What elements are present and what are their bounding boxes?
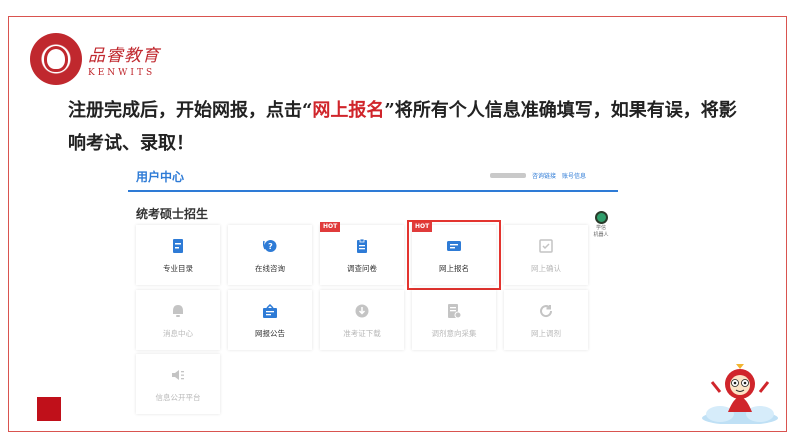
card-online-consult[interactable]: ? 在线咨询 [228, 225, 312, 285]
document-icon [173, 239, 183, 253]
card-label: 网上调剂 [531, 329, 561, 338]
user-center-title: 用户中心 [136, 170, 185, 184]
card-info-platform[interactable]: 信息公开平台 [136, 354, 220, 414]
card-survey[interactable]: HOT 调查问卷 [320, 222, 404, 285]
robot-label-1: 学信 [595, 225, 606, 231]
card-label: 网报公告 [255, 329, 285, 338]
card-ticket-download[interactable]: 准考证下载 [320, 290, 404, 350]
brand-name-en: KENWITS [88, 67, 156, 78]
header-link-account[interactable]: 账号信息 [562, 171, 586, 180]
card-label: 网上确认 [531, 264, 561, 273]
chat-robot-button[interactable]: 学信 机器人 [590, 211, 612, 238]
speaker-icon [172, 370, 184, 380]
card-major-catalog[interactable]: 专业目录 [136, 225, 220, 285]
survey-icon [357, 239, 367, 253]
collect-icon [448, 304, 461, 318]
card-online-confirm[interactable]: 网上确认 [504, 225, 588, 285]
bell-icon [173, 305, 183, 317]
brand-name-cn: 品睿教育 [88, 45, 160, 66]
chat-help-icon: ? [263, 240, 277, 252]
download-icon [355, 304, 369, 318]
card-label: 调查问卷 [347, 264, 377, 273]
announcement-icon [263, 304, 277, 318]
user-center-header: 用户中心 咨询链接 账号信息 [128, 162, 618, 192]
brand-logo: 品睿教育 KENWITS [30, 33, 160, 85]
svg-text:?: ? [268, 242, 273, 251]
robot-label-2: 机器人 [593, 232, 609, 238]
card-message-center[interactable]: 消息中心 [136, 290, 220, 350]
instruction-text: 注册完成后，开始网报，点击“网上报名”将所有个人信息准确填写，如果有误，将影响考… [68, 94, 748, 160]
corner-decoration [37, 397, 61, 421]
card-label: 在线咨询 [255, 264, 285, 273]
user-center-panel: 用户中心 咨询链接 账号信息 统考硕士招生 专业目录 ? 在线咨询 HOT 调查… [128, 162, 618, 414]
instruction-highlight: 网上报名 [312, 100, 385, 121]
checklist-icon [539, 239, 553, 253]
instruction-prefix: 注册完成后，开始网报，点击“ [68, 100, 313, 121]
robot-icon [594, 211, 608, 224]
registration-card-icon [447, 241, 461, 251]
masked-username [489, 173, 526, 178]
card-adjust-intent[interactable]: 调剂意向采集 [412, 290, 496, 350]
card-label: 调剂意向采集 [431, 329, 477, 338]
card-online-adjust[interactable]: 网上调剂 [504, 290, 588, 350]
mascot-illustration-icon [702, 364, 778, 424]
card-label: 消息中心 [163, 329, 193, 338]
brand-emblem-icon [30, 33, 82, 85]
card-label: 网上报名 [439, 264, 469, 273]
header-link-consult[interactable]: 咨询链接 [532, 171, 556, 180]
card-online-registration[interactable]: HOT 网上报名 [407, 220, 501, 290]
card-label: 专业目录 [163, 264, 193, 273]
card-label: 信息公开平台 [155, 393, 201, 402]
refresh-icon [540, 305, 553, 318]
hot-badge: HOT [412, 222, 433, 232]
card-label: 准考证下载 [343, 329, 381, 338]
hot-badge: HOT [320, 222, 341, 232]
section-title: 统考硕士招生 [136, 207, 209, 221]
card-announcement[interactable]: 网报公告 [228, 290, 312, 350]
